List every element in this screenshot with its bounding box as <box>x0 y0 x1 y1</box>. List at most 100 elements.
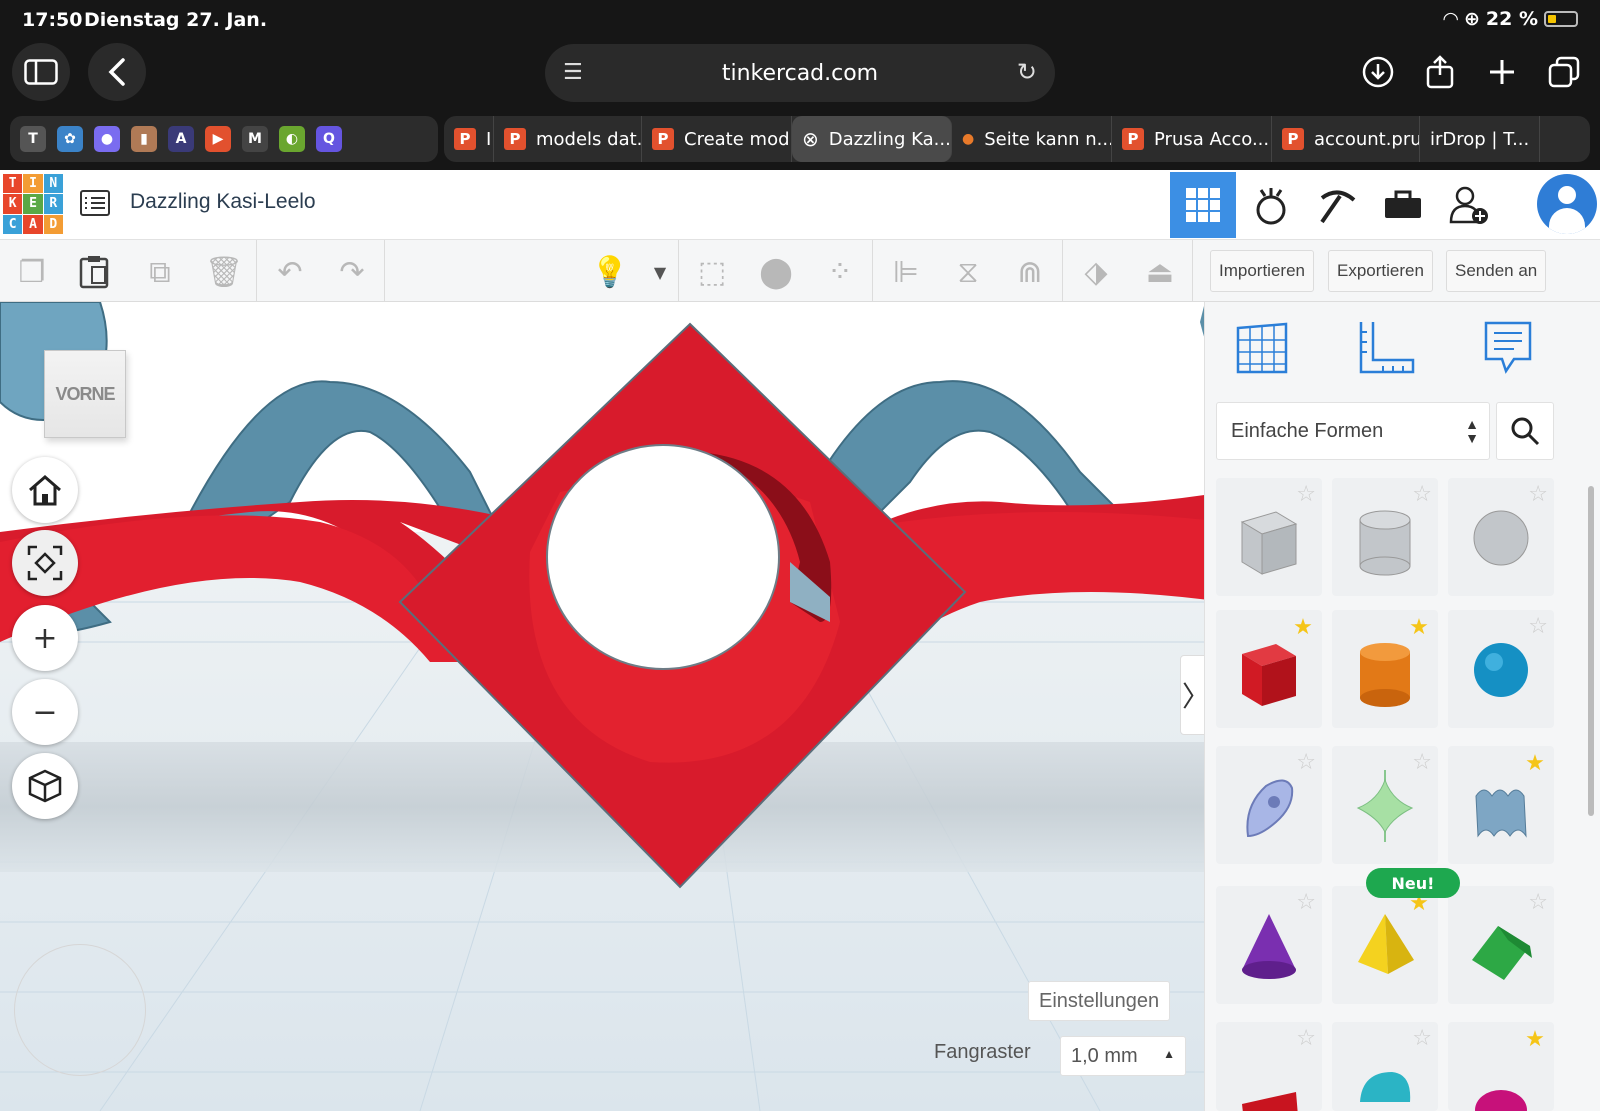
pinned-tab-1[interactable]: ✿ <box>57 126 83 152</box>
shape-paraboloid[interactable]: ★ <box>1448 1022 1554 1111</box>
favorite-star-icon[interactable]: ☆ <box>1528 482 1548 507</box>
shape-search-button[interactable] <box>1496 402 1554 460</box>
sim-lab-button[interactable] <box>1238 172 1304 238</box>
browser-tab[interactable]: ● Seite kann n... <box>952 116 1112 162</box>
shape-text[interactable]: ☆ <box>1216 1022 1322 1111</box>
favorite-star-icon[interactable]: ☆ <box>1296 750 1316 775</box>
favorite-star-icon[interactable]: ☆ <box>1528 614 1548 639</box>
shape-spinning-top[interactable]: ☆ <box>1332 746 1438 864</box>
import-button[interactable]: Importieren <box>1210 250 1314 292</box>
favorite-star-icon[interactable]: ☆ <box>1296 1026 1316 1051</box>
projects-button[interactable] <box>1370 172 1436 238</box>
export-button[interactable]: Exportieren <box>1328 250 1433 292</box>
shape-sphere[interactable]: ☆ <box>1448 610 1554 728</box>
browser-tab[interactable]: PI <box>444 116 494 162</box>
share-button[interactable] <box>1420 44 1460 100</box>
ortho-view-button[interactable] <box>12 753 78 819</box>
snap-grid-select[interactable]: 1,0 mm ▲ <box>1060 1036 1186 1076</box>
workplane-button[interactable]: ⬗ <box>1074 250 1118 294</box>
shape-shape-generator[interactable]: ★ <box>1448 746 1554 864</box>
downloads-button[interactable] <box>1358 44 1398 100</box>
shape-sphere-hole[interactable]: ☆ <box>1448 478 1554 596</box>
workplane-tool-button[interactable] <box>1232 318 1292 378</box>
new-tab-button[interactable] <box>1482 44 1522 100</box>
pinned-tab-3[interactable]: ▮ <box>131 126 157 152</box>
tinkercad-logo[interactable]: TINKERCAD <box>3 174 63 234</box>
settings-button[interactable]: Einstellungen <box>1028 981 1171 1021</box>
shape-cone[interactable]: ☆ <box>1216 886 1322 1004</box>
redo-button[interactable]: ↷ <box>330 250 374 294</box>
browser-tab[interactable]: Pmodels dat... <box>494 116 642 162</box>
favorite-star-icon[interactable]: ☆ <box>1528 890 1548 915</box>
send-to-button[interactable]: Senden an <box>1446 250 1547 292</box>
browser-tab[interactable]: P Prusa Acco... <box>1112 116 1272 162</box>
pinned-tab-5[interactable]: ▶ <box>205 126 231 152</box>
reload-icon[interactable]: ↻ <box>1017 58 1037 86</box>
hole-solid-button[interactable]: ⁘ <box>818 250 862 294</box>
shape-box-hole[interactable]: ☆ <box>1216 478 1322 596</box>
pinned-tab-0[interactable]: T <box>20 126 46 152</box>
favorite-star-icon[interactable]: ★ <box>1522 1026 1548 1052</box>
page-menu-icon[interactable]: ☰ <box>563 60 583 85</box>
sidebar-toggle-button[interactable] <box>12 43 70 101</box>
address-bar[interactable]: ☰ tinkercad.com ↻ <box>545 44 1055 102</box>
favorite-star-icon[interactable]: ☆ <box>1412 1026 1432 1051</box>
browser-tab[interactable]: P Create mod... <box>642 116 792 162</box>
shape-cylinder-hole[interactable]: ☆ <box>1332 478 1438 596</box>
shape-half-cylinder[interactable]: ☆ <box>1332 1022 1438 1111</box>
mirror-button[interactable]: ⧖ <box>946 250 990 294</box>
shape-pyramid[interactable]: ★ <box>1332 886 1438 1004</box>
invite-user-button[interactable] <box>1436 172 1502 238</box>
favorite-star-icon[interactable]: ☆ <box>1296 890 1316 915</box>
home-view-button[interactable] <box>12 457 78 523</box>
browser-tab[interactable]: ⊗ Dazzling Ka... <box>792 116 952 162</box>
pinned-tab-6[interactable]: M <box>242 126 268 152</box>
ruler-tool-button[interactable] <box>1356 318 1416 378</box>
3d-design-view-button[interactable] <box>1170 172 1236 238</box>
blocks-button[interactable] <box>1304 172 1370 238</box>
ruler-drop-button[interactable]: ⏏ <box>1138 250 1182 294</box>
design-list-icon[interactable] <box>80 190 110 216</box>
shape-box[interactable]: ★ <box>1216 610 1322 728</box>
tab-label: account.pru... <box>1314 128 1419 150</box>
copy-button[interactable]: ❐ <box>10 250 54 294</box>
pinned-tab-4[interactable]: A <box>168 126 194 152</box>
pinned-tab-8[interactable]: Q <box>316 126 342 152</box>
shapes-scrollbar[interactable] <box>1588 486 1594 816</box>
favorite-star-icon[interactable]: ☆ <box>1296 482 1316 507</box>
shape-category-select[interactable]: Einfache Formen ▲ ▼ <box>1216 402 1490 460</box>
browser-tab[interactable]: irDrop | T... <box>1420 116 1540 162</box>
favorite-star-icon[interactable]: ★ <box>1522 750 1548 776</box>
document-title[interactable]: Dazzling Kasi-Leelo <box>130 190 316 214</box>
shape-cylinder[interactable]: ★ <box>1332 610 1438 728</box>
favorite-star-icon[interactable]: ★ <box>1290 614 1316 640</box>
pinned-tab-7[interactable]: ◐ <box>279 126 305 152</box>
cruise-button[interactable]: ⋒ <box>1008 250 1052 294</box>
paste-button[interactable] <box>72 250 116 294</box>
duplicate-button[interactable]: ⧉ <box>138 250 182 294</box>
browser-tab[interactable]: Paccount.pru... <box>1272 116 1420 162</box>
undo-button[interactable]: ↶ <box>268 250 312 294</box>
zoom-out-button[interactable]: − <box>12 679 78 745</box>
notes-tool-button[interactable] <box>1478 318 1538 378</box>
close-tab-icon[interactable]: ⊗ <box>802 127 819 151</box>
shape-roof[interactable]: ☆ <box>1448 886 1554 1004</box>
user-avatar[interactable] <box>1537 174 1597 234</box>
group-button[interactable]: ⬚ <box>690 250 734 294</box>
fit-view-button[interactable] <box>12 530 78 596</box>
touch-orbit-circle[interactable] <box>14 944 146 1076</box>
notes-button[interactable]: 💡 <box>588 250 632 294</box>
favorite-star-icon[interactable]: ☆ <box>1412 750 1432 775</box>
shape-scribble[interactable]: ☆ <box>1216 746 1322 864</box>
back-button[interactable] <box>88 43 146 101</box>
view-cube[interactable]: VORNE <box>44 350 126 438</box>
pinned-tab-2[interactable]: ● <box>94 126 120 152</box>
delete-button[interactable]: 🗑 <box>202 250 246 294</box>
favorite-star-icon[interactable]: ★ <box>1406 614 1432 640</box>
favorite-star-icon[interactable]: ☆ <box>1412 482 1432 507</box>
notes-dropdown-button[interactable]: ▼ <box>638 250 682 294</box>
align-button[interactable]: ⊫ <box>884 250 928 294</box>
ungroup-button[interactable]: ⬤ <box>754 250 798 294</box>
tabs-overview-button[interactable] <box>1544 44 1584 100</box>
zoom-in-button[interactable]: + <box>12 605 78 671</box>
